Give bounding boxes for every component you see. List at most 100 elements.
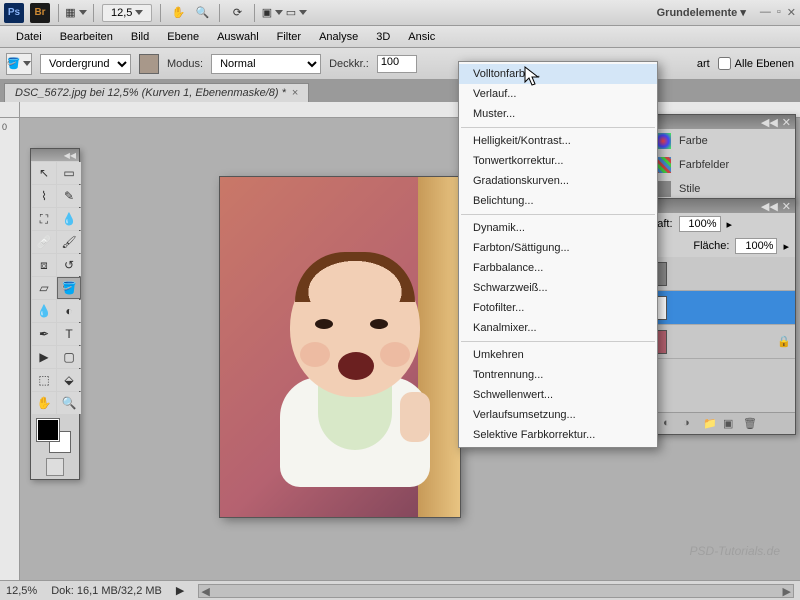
menu-item-farbbalance[interactable]: Farbbalance... [459,258,657,278]
menu-item-kanalmixer[interactable]: Kanalmixer... [459,318,657,338]
fill-slider-icon[interactable]: ▸ [783,240,789,253]
menu-3d[interactable]: 3D [368,28,398,46]
collapse-icon[interactable]: ◀◀ [64,151,76,160]
menu-item-tonwertkorrektur[interactable]: Tonwertkorrektur... [459,151,657,171]
menu-item-umkehren[interactable]: Umkehren [459,345,657,365]
3d-camera-tool[interactable]: ⬙ [57,369,81,391]
quick-select-tool[interactable]: ✎ [57,185,81,207]
eyedropper-tool[interactable]: 💧 [57,208,81,230]
close-icon[interactable]: ✕ [787,6,796,19]
adjustment-layer-icon[interactable]: ◑ [683,417,697,431]
path-select-tool[interactable]: ▶ [32,346,56,368]
horizontal-scrollbar[interactable]: ◀▶ [198,584,794,598]
move-tool[interactable]: ↖ [32,162,56,184]
menu-ebene[interactable]: Ebene [159,28,207,46]
menu-item-helligkeit-kontrast[interactable]: Helligkeit/Kontrast... [459,131,657,151]
status-zoom[interactable]: 12,5% [6,585,37,597]
opacity-label: Deckkr.: [329,58,369,70]
menu-bild[interactable]: Bild [123,28,157,46]
panel-close-icon[interactable]: ✕ [782,116,791,129]
arrange-docs-icon[interactable]: ▣ [263,4,281,22]
menu-item-tontrennung[interactable]: Tontrennung... [459,365,657,385]
layout-icon[interactable]: ▦ [67,4,85,22]
menu-filter[interactable]: Filter [269,28,309,46]
stamp-tool[interactable]: ⧈ [32,254,56,276]
canvas[interactable] [220,177,460,517]
menu-ansicht[interactable]: Ansic [400,28,443,46]
current-tool-icon[interactable]: 🪣 [6,53,32,75]
layer-mask-icon[interactable]: ◐ [663,417,677,431]
document-tab[interactable]: DSC_5672.jpg bei 12,5% (Kurven 1, Ebenen… [4,83,309,102]
fill-target-select[interactable]: Vordergrund [40,54,131,74]
menu-item-verlaufsumsetzung[interactable]: Verlaufsumsetzung... [459,405,657,425]
healing-tool[interactable]: 🩹 [32,231,56,253]
all-layers-checkbox[interactable] [718,57,731,70]
panel-collapse-icon[interactable]: ◀◀ [761,200,778,213]
foreground-swatch[interactable] [37,419,59,441]
opacity-slider-icon[interactable]: ▸ [727,218,733,231]
menu-auswahl[interactable]: Auswahl [209,28,267,46]
menu-item-fotofilter[interactable]: Fotofilter... [459,298,657,318]
tab-farbfelder[interactable]: Farbfelder [647,153,795,177]
layer-opacity-field[interactable]: 100% [679,216,721,232]
panel-close-icon[interactable]: ✕ [782,200,791,213]
tab-farbe[interactable]: Farbe [647,129,795,153]
delete-layer-icon[interactable]: 🗑 [743,417,757,431]
3d-tool[interactable]: ⬚ [32,369,56,391]
menu-item-belichtung[interactable]: Belichtung... [459,191,657,211]
restore-icon[interactable]: ▫ [777,6,781,19]
eraser-tool[interactable]: ▱ [32,277,56,299]
menu-item-gradationskurven[interactable]: Gradationskurven... [459,171,657,191]
photoshop-logo-icon[interactable]: Ps [4,3,24,23]
history-brush-tool[interactable]: ↺ [57,254,81,276]
opacity-field[interactable]: 100 [377,55,417,73]
zoom-tool[interactable]: 🔍 [57,392,81,414]
fill-color-swatch[interactable] [139,54,159,74]
layer-fill-label: Fläche: [693,240,729,252]
menu-item-verlauf[interactable]: Verlauf... [459,84,657,104]
minimize-icon[interactable]: — [760,6,771,19]
hand-tool-icon[interactable]: ✋ [169,4,187,22]
status-arrow-icon[interactable]: ▶ [176,584,184,597]
rotate-view-icon[interactable]: ⟳ [228,4,246,22]
ruler-vertical[interactable]: 0 [0,118,20,580]
menu-item-schwellenwert[interactable]: Schwellenwert... [459,385,657,405]
pen-tool[interactable]: ✒ [32,323,56,345]
hand-tool[interactable]: ✋ [32,392,56,414]
blend-mode-select[interactable]: Normal [211,54,321,74]
menu-analyse[interactable]: Analyse [311,28,366,46]
menu-bearbeiten[interactable]: Bearbeiten [52,28,121,46]
screen-mode-icon[interactable]: ▭ [287,4,305,22]
crop-tool[interactable]: ⛶ [32,208,56,230]
zoom-tool-icon[interactable]: 🔍 [193,4,211,22]
menu-item-farbton-saettigung[interactable]: Farbton/Sättigung... [459,238,657,258]
menu-item-schwarzweiss[interactable]: Schwarzweiß... [459,278,657,298]
ruler-origin[interactable] [0,102,20,118]
lasso-tool[interactable]: ⌇ [32,185,56,207]
menu-item-volltonfarbe[interactable]: Volltonfarbe... [459,64,657,84]
bucket-tool[interactable]: 🪣 [57,277,81,299]
blur-tool[interactable]: 💧 [32,300,56,322]
new-layer-icon[interactable]: ▣ [723,417,737,431]
color-swatches[interactable] [33,417,77,453]
workspace-switcher[interactable]: Grundelemente ▾ [657,6,754,19]
work-area: 0 ◀◀ ↖ ▭ ⌇ ✎ ⛶ 💧 🩹 🖌 ⧈ ↺ ▱ [0,102,800,580]
brush-tool[interactable]: 🖌 [57,231,81,253]
group-icon[interactable]: 📁 [703,417,717,431]
marquee-tool[interactable]: ▭ [57,162,81,184]
bridge-logo-icon[interactable]: Br [30,3,50,23]
tab-close-icon[interactable]: × [292,87,298,99]
tools-panel-header[interactable]: ◀◀ [31,149,79,161]
menu-item-selektive-farbkorrektur[interactable]: Selektive Farbkorrektur... [459,425,657,445]
menu-item-muster[interactable]: Muster... [459,104,657,124]
panel-collapse-icon[interactable]: ◀◀ [761,116,778,129]
dodge-tool[interactable]: ◐ [57,300,81,322]
shape-tool[interactable]: ▢ [57,346,81,368]
status-docinfo[interactable]: Dok: 16,1 MB/32,2 MB [51,585,162,597]
menu-datei[interactable]: Datei [8,28,50,46]
quick-mask-toggle[interactable] [31,455,79,479]
menu-item-dynamik[interactable]: Dynamik... [459,218,657,238]
type-tool[interactable]: T [57,323,81,345]
zoom-level-field[interactable]: 12,5 [102,4,152,22]
layer-fill-field[interactable]: 100% [735,238,777,254]
